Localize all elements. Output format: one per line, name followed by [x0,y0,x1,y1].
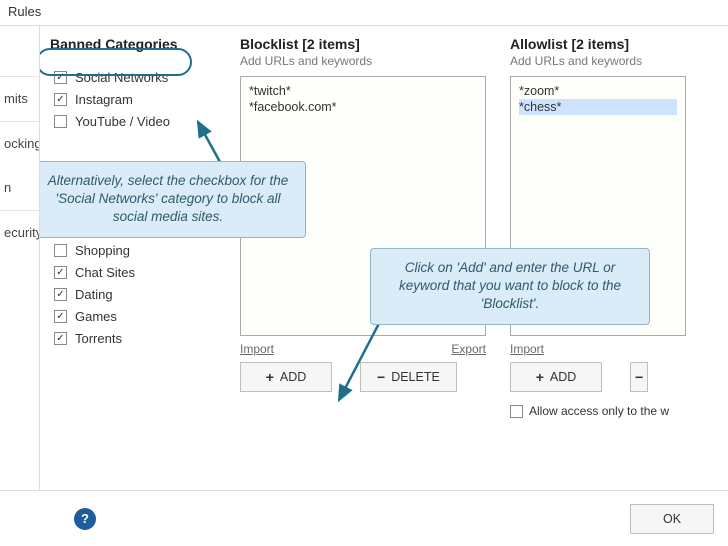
allow-only-row[interactable]: Allow access only to the w [510,404,710,418]
checkbox-icon[interactable] [54,332,67,345]
sidebar-item-label: mits [4,91,28,106]
import-link[interactable]: Import [240,342,274,356]
category-item-youtube[interactable]: YouTube / Video [50,114,230,129]
callout-categories: Alternatively, select the checkbox for t… [40,161,306,238]
import-link[interactable]: Import [510,342,544,356]
allowlist-heading: Allowlist [2 items] [510,36,710,52]
category-item-shopping[interactable]: Shopping [50,243,230,258]
category-item-social-networks[interactable]: Social Networks [50,70,230,85]
category-label: Torrents [75,331,122,346]
checkbox-icon[interactable] [54,266,67,279]
allowlist-links: Import [510,342,686,356]
checkbox-icon[interactable] [54,115,67,128]
blocklist-buttons: + ADD − DELETE [240,362,500,392]
category-label: Instagram [75,92,133,107]
window-title: Rules [0,0,728,25]
button-label: ADD [550,370,576,384]
button-label: ADD [280,370,306,384]
sidebar: mits ocking n ecurity [0,26,40,495]
sidebar-item-blocking[interactable]: ocking [0,121,39,166]
list-item[interactable]: *zoom* [519,83,677,99]
category-item-instagram[interactable]: Instagram [50,92,230,107]
delete-button[interactable]: − DELETE [360,362,457,392]
category-item-dating[interactable]: Dating [50,287,230,302]
banned-heading: Banned Categories [50,36,230,52]
blocklist-sub: Add URLs and keywords [240,54,500,68]
sidebar-item-security[interactable]: ecurity [0,210,39,255]
plus-icon: + [266,370,274,384]
category-label: Chat Sites [75,265,135,280]
checkbox-icon[interactable] [54,71,67,84]
add-button[interactable]: + ADD [240,362,332,392]
category-item-games[interactable]: Games [50,309,230,324]
minus-icon: − [635,370,643,384]
allow-only-label: Allow access only to the w [529,404,669,418]
sidebar-item-n[interactable]: n [0,166,39,210]
window: Rules mits ocking n ecurity Banned Categ… [0,0,728,546]
footer: ? OK [0,490,728,546]
main: Banned Categories Social Networks Instag… [40,26,728,495]
sidebar-item-label: ecurity [4,225,39,240]
checkbox-icon[interactable] [510,405,523,418]
footer-buttons: OK [630,504,714,534]
category-label: Shopping [75,243,130,258]
button-label: DELETE [391,370,440,384]
delete-button-cropped[interactable]: − [630,362,648,392]
callout-text: Click on 'Add' and enter the URL or keyw… [399,260,621,311]
ok-button[interactable]: OK [630,504,714,534]
checkbox-icon[interactable] [54,288,67,301]
blocklist-links: Import Export [240,342,486,356]
category-label: Dating [75,287,113,302]
checkbox-icon[interactable] [54,244,67,257]
category-label: Social Networks [75,70,168,85]
category-label: Games [75,309,117,324]
allowlist-buttons: + ADD − [510,362,710,392]
help-glyph: ? [81,511,89,526]
sidebar-item-limits[interactable]: mits [0,76,39,121]
add-button[interactable]: + ADD [510,362,602,392]
allowlist-sub: Add URLs and keywords [510,54,710,68]
blocklist-heading: Blocklist [2 items] [240,36,500,52]
checkbox-icon[interactable] [54,310,67,323]
window-title-text: Rules [8,4,41,19]
category-item-chat-sites[interactable]: Chat Sites [50,265,230,280]
list-item[interactable]: *chess* [519,99,677,115]
banned-categories-section: Banned Categories Social Networks Instag… [40,36,230,495]
callout-add: Click on 'Add' and enter the URL or keyw… [370,248,650,325]
list-item[interactable]: *facebook.com* [249,99,477,115]
sidebar-item-label: ocking [4,136,39,151]
button-label: OK [663,512,681,526]
minus-icon: − [377,370,385,384]
checkbox-icon[interactable] [54,93,67,106]
body: mits ocking n ecurity Banned Categories [0,25,728,495]
help-icon[interactable]: ? [74,508,96,530]
category-item-torrents[interactable]: Torrents [50,331,230,346]
sidebar-item-label: n [4,180,11,195]
callout-text: Alternatively, select the checkbox for t… [48,173,289,224]
list-item[interactable]: *twitch* [249,83,477,99]
export-link[interactable]: Export [451,342,486,356]
plus-icon: + [536,370,544,384]
category-label: YouTube / Video [75,114,170,129]
